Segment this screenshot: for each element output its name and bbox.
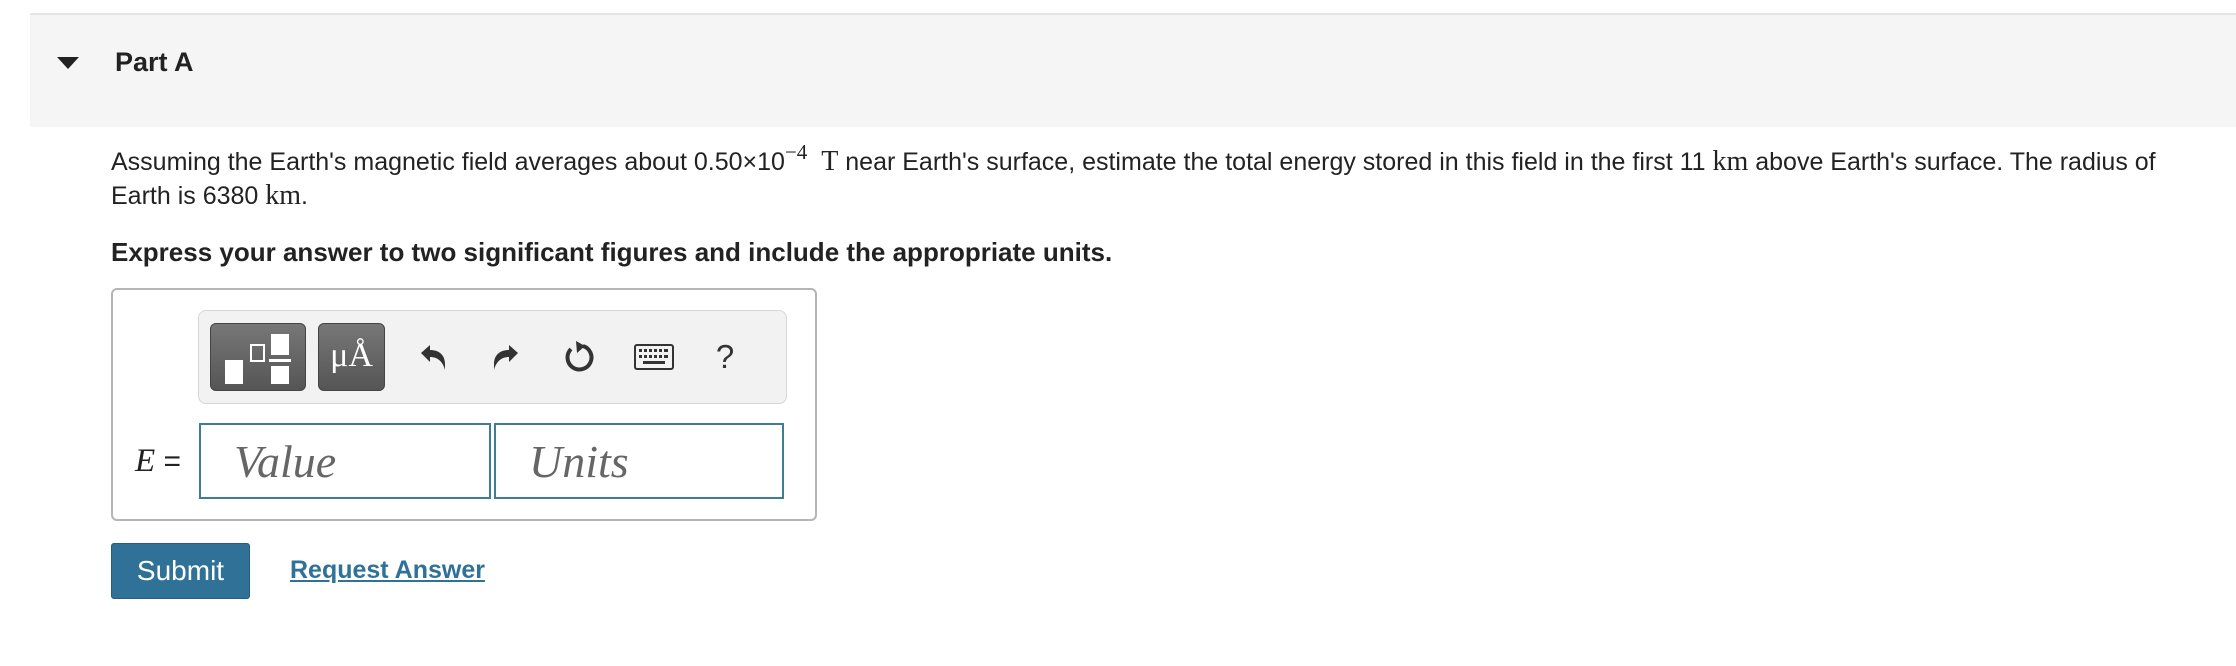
part-title: Part A (115, 47, 194, 77)
reset-button[interactable] (556, 329, 602, 385)
submit-button[interactable]: Submit (111, 543, 250, 599)
answer-instruction: Express your answer to two significant f… (111, 237, 1113, 267)
keyboard-icon (634, 344, 674, 370)
request-answer-link[interactable]: Request Answer (290, 553, 485, 587)
collapse-caret-icon[interactable] (57, 57, 79, 69)
unit-km-radius: km (265, 180, 302, 211)
part-header[interactable] (30, 15, 2236, 127)
units-input[interactable] (494, 423, 784, 499)
templates-icon (225, 334, 291, 384)
reset-icon (565, 341, 594, 372)
redo-icon (494, 345, 518, 370)
math-toolbar: μÅ ? (198, 310, 787, 404)
symbols-label: μÅ (330, 337, 373, 374)
question-text-4: . (301, 182, 308, 210)
help-icon: ? (715, 338, 735, 375)
answer-variable-label: E = (135, 441, 181, 482)
unit-km-height: km (1712, 146, 1749, 177)
question-text-2: near Earth's surface, estimate the total… (838, 148, 1713, 176)
undo-button[interactable] (409, 329, 455, 385)
equals-sign: = (155, 445, 182, 478)
redo-button[interactable] (484, 329, 530, 385)
value-input[interactable] (199, 423, 491, 499)
exponent: −4 (784, 140, 808, 164)
power-base: 10 (757, 148, 785, 176)
unit-tesla: T (821, 146, 839, 177)
help-button[interactable]: ? (702, 329, 748, 385)
templates-button[interactable] (210, 323, 306, 391)
question-text: Assuming the Earth's magnetic field aver… (111, 142, 2211, 213)
times-sign: × (742, 148, 758, 176)
undo-icon (421, 345, 445, 370)
symbols-button[interactable]: μÅ (318, 323, 385, 391)
variable-symbol: E (135, 443, 156, 479)
question-text-1: Assuming the Earth's magnetic field aver… (111, 148, 743, 176)
keyboard-button[interactable] (631, 329, 677, 385)
